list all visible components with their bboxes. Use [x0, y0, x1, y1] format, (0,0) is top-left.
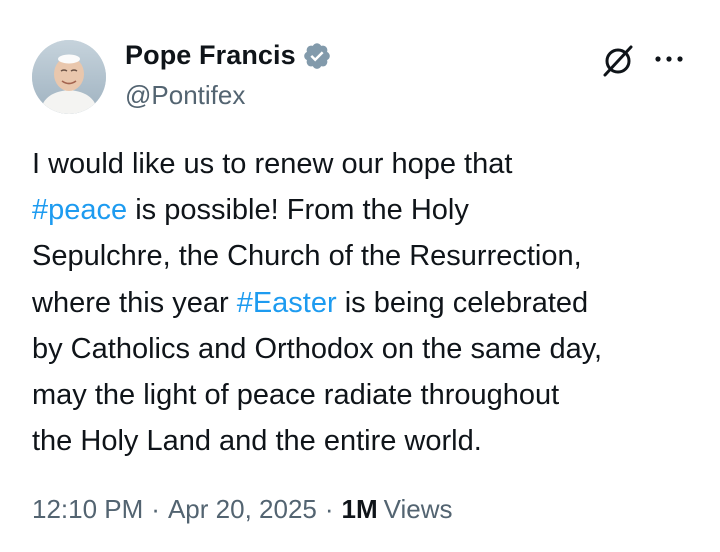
avatar-image [32, 40, 106, 114]
tweet-text-segment: I would like us to renew our hope that [32, 148, 513, 180]
tweet-text-segment: the Holy Land and the entire world. [32, 425, 482, 458]
tweet-time[interactable]: 12:10 PM [32, 494, 143, 525]
tweet-text-segment: is being celebrated [336, 286, 589, 319]
tweet-text-segment: may the light of peace radiate throughou… [32, 379, 560, 412]
tweet-text-segment: where this year [32, 286, 237, 319]
tweet-text-line: the Holy Land and the entire world. [32, 418, 702, 464]
tweet-text-segment: by Catholics and Orthodox on the same da… [32, 332, 603, 365]
views-count[interactable]: 1M [342, 494, 378, 525]
tweet-text-line: where this year #Easter is being celebra… [32, 280, 702, 326]
tweet-text-line: I would like us to renew our hope that [32, 141, 702, 187]
tweet-text-line: #peace is possible! From the Holy [32, 187, 702, 233]
hashtag-link[interactable]: #peace [32, 194, 127, 226]
tweet-text-segment: Sepulchre, the Church of the Resurrectio… [32, 240, 582, 273]
grok-icon[interactable] [600, 42, 636, 78]
tweet-text: I would like us to renew our hope that #p… [32, 141, 702, 464]
tweet-text-segment: is possible! From the Holy [127, 194, 469, 227]
tweet-card: Pope Francis @Pontifex I would like us t… [0, 0, 720, 552]
tweet-date[interactable]: Apr 20, 2025 [168, 494, 317, 525]
author-display-name[interactable]: Pope Francis [125, 40, 296, 71]
meta-separator: · [324, 494, 334, 524]
meta-separator: · [151, 494, 160, 524]
more-options-icon[interactable] [652, 46, 688, 72]
tweet-text-line: Sepulchre, the Church of the Resurrectio… [32, 233, 702, 279]
author-name-row: Pope Francis [125, 40, 332, 71]
avatar[interactable] [32, 40, 106, 114]
hashtag-link[interactable]: #Easter [237, 287, 337, 319]
tweet-meta: 12:10 PM · Apr 20, 2025 · 1M Views [32, 494, 453, 525]
author-handle[interactable]: @Pontifex [125, 80, 245, 111]
tweet-text-line: may the light of peace radiate throughou… [32, 372, 702, 418]
views-label[interactable]: Views [384, 494, 453, 525]
verified-badge-icon[interactable] [302, 41, 332, 71]
tweet-text-line: by Catholics and Orthodox on the same da… [32, 326, 702, 372]
